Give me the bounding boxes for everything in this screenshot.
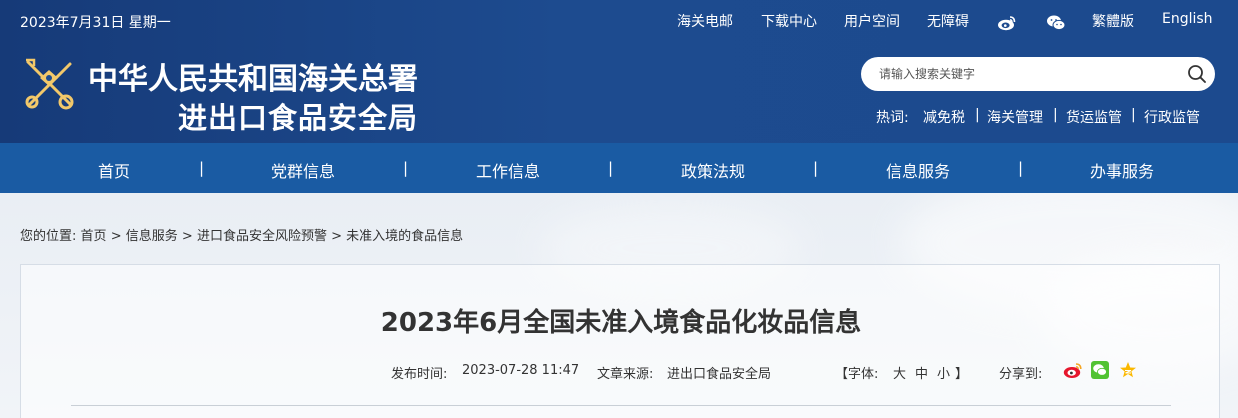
top-link-traditional[interactable]: 繁體版	[1092, 11, 1134, 31]
hot-word-separator: |	[975, 107, 980, 123]
breadcrumb-home[interactable]: 首页	[81, 229, 107, 244]
breadcrumb-label: 您的位置:	[20, 229, 77, 244]
source-label: 文章来源:	[597, 367, 654, 382]
nav-separator: |	[813, 159, 819, 177]
customs-emblem-logo	[25, 58, 74, 110]
font-size-small[interactable]: 小	[937, 363, 950, 382]
breadcrumb-current[interactable]: 未准入境的食品信息	[346, 229, 463, 244]
breadcrumb-risk-warning[interactable]: 进口食品安全风险预警	[197, 229, 327, 244]
hot-word-customs-management[interactable]: 海关管理	[987, 107, 1043, 127]
content-area: 您的位置: 首页 > 信息服务 > 进口食品安全风险预警 > 未准入境的食品信息…	[0, 193, 1238, 418]
nav-separator: |	[1018, 159, 1024, 177]
nav-item-affairs[interactable]: 办事服务	[1090, 158, 1154, 182]
breadcrumb-separator: >	[181, 229, 193, 244]
weibo-share-icon[interactable]	[1063, 361, 1083, 379]
top-link-user-space[interactable]: 用户空间	[844, 11, 900, 31]
article-card: 2023年6月全国未准入境食品化妆品信息 发布时间: 2023-07-28 11…	[20, 264, 1220, 418]
hot-words-label: 热词:	[876, 110, 909, 126]
top-link-download[interactable]: 下载中心	[761, 11, 817, 31]
nav-separator: |	[199, 159, 205, 177]
top-links: 海关电邮 下载中心 用户空间 无障碍 繁體版 English	[0, 11, 1238, 33]
font-size-medium[interactable]: 中	[915, 363, 928, 382]
hot-word-admin-supervision[interactable]: 行政监管	[1144, 107, 1200, 127]
wechat-share-icon[interactable]	[1091, 361, 1109, 379]
publish-label: 发布时间:	[391, 367, 448, 382]
breadcrumb-info-service[interactable]: 信息服务	[126, 229, 178, 244]
nav-item-work[interactable]: 工作信息	[476, 158, 540, 182]
source-value: 进出口食品安全局	[667, 367, 772, 382]
nav-separator: |	[608, 159, 614, 177]
breadcrumb: 您的位置: 首页 > 信息服务 > 进口食品安全风险预警 > 未准入境的食品信息	[20, 225, 463, 244]
search-icon[interactable]	[1187, 64, 1207, 84]
hot-word-separator: |	[1053, 107, 1058, 123]
nav-item-home[interactable]: 首页	[98, 158, 130, 182]
nav-item-party[interactable]: 党群信息	[271, 158, 335, 182]
hot-word-tax-exemption[interactable]: 减免税	[923, 107, 965, 127]
publish-time: 2023-07-28 11:47	[462, 363, 580, 378]
breadcrumb-separator: >	[331, 229, 342, 244]
article-meta: 发布时间: 2023-07-28 11:47 文章来源: 进出口食品安全局 【字…	[21, 361, 1221, 383]
site-title-line1: 中华人民共和国海关总署	[88, 62, 418, 97]
font-size-label: 【字体:	[835, 367, 879, 382]
top-link-email[interactable]: 海关电邮	[677, 11, 733, 31]
font-size-close: 】	[955, 367, 969, 382]
hot-word-freight-supervision[interactable]: 货运监管	[1066, 107, 1122, 127]
breadcrumb-separator: >	[110, 229, 122, 244]
nav-separator: |	[403, 159, 409, 177]
font-size-large[interactable]: 大	[893, 363, 906, 382]
top-link-accessibility[interactable]: 无障碍	[927, 11, 969, 31]
wechat-icon[interactable]	[1046, 14, 1066, 31]
site-header: 2023年7月31日 星期一 海关电邮 下载中心 用户空间 无障碍 繁體版 En…	[0, 0, 1238, 143]
top-link-english[interactable]: English	[1162, 11, 1213, 27]
divider	[71, 405, 1171, 406]
article-title: 2023年6月全国未准入境食品化妆品信息	[380, 308, 862, 338]
main-nav: 首页 | 党群信息 | 工作信息 | 政策法规 | 信息服务 | 办事服务	[0, 143, 1238, 193]
search-box	[861, 57, 1215, 91]
search-input[interactable]	[879, 64, 1169, 84]
nav-item-policy[interactable]: 政策法规	[681, 158, 745, 182]
qzone-share-icon[interactable]	[1119, 361, 1137, 379]
weibo-icon[interactable]	[997, 14, 1017, 31]
share-label: 分享到:	[999, 367, 1043, 382]
nav-item-info-service[interactable]: 信息服务	[886, 158, 950, 182]
hot-words: 热词: 减免税 | 海关管理 | 货运监管 | 行政监管	[0, 107, 1238, 127]
hot-word-separator: |	[1131, 107, 1136, 123]
